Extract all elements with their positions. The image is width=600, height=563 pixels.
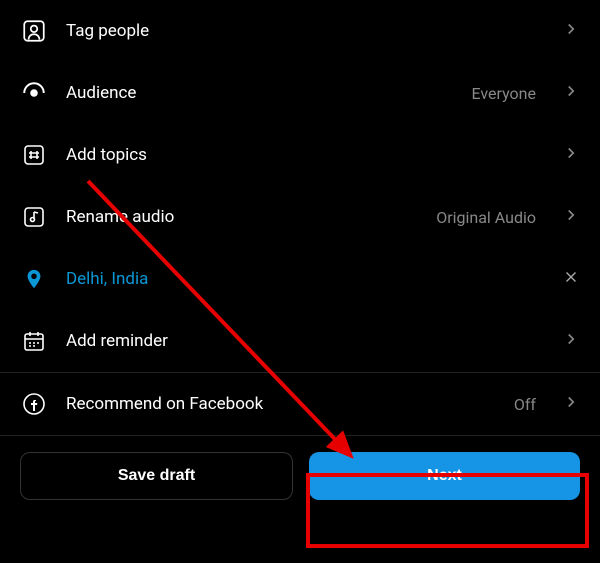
row-label: Delhi, India	[66, 269, 544, 289]
footer-actions: Save draft Next	[0, 436, 600, 516]
chevron-right-icon	[562, 393, 580, 415]
row-value: Everyone	[472, 84, 536, 103]
chevron-right-icon	[562, 206, 580, 228]
next-button[interactable]: Next	[309, 452, 580, 500]
row-add-reminder[interactable]: Add reminder	[0, 310, 600, 372]
row-label: Add reminder	[66, 331, 544, 351]
add-topics-icon	[20, 141, 48, 169]
tag-people-icon	[20, 17, 48, 45]
row-label: Tag people	[66, 21, 544, 41]
rename-audio-icon	[20, 203, 48, 231]
row-value: Original Audio	[436, 208, 536, 227]
row-label: Rename audio	[66, 207, 418, 227]
row-value: Off	[514, 395, 536, 414]
reminder-icon	[20, 327, 48, 355]
row-label: Recommend on Facebook	[66, 394, 496, 414]
chevron-right-icon	[562, 330, 580, 352]
chevron-right-icon	[562, 82, 580, 104]
row-tag-people[interactable]: Tag people	[0, 0, 600, 62]
options-list: Tag people Audience Everyone Add topics	[0, 0, 600, 436]
row-audience[interactable]: Audience Everyone	[0, 62, 600, 124]
row-label: Add topics	[66, 145, 544, 165]
save-draft-button[interactable]: Save draft	[20, 452, 293, 500]
row-label: Audience	[66, 83, 454, 103]
row-add-topics[interactable]: Add topics	[0, 124, 600, 186]
audience-icon	[20, 79, 48, 107]
chevron-right-icon	[562, 20, 580, 42]
chevron-right-icon	[562, 144, 580, 166]
row-rename-audio[interactable]: Rename audio Original Audio	[0, 186, 600, 248]
close-icon[interactable]	[562, 268, 580, 290]
location-pin-icon	[20, 265, 48, 293]
row-location[interactable]: Delhi, India	[0, 248, 600, 310]
facebook-icon	[20, 390, 48, 418]
row-recommend-facebook[interactable]: Recommend on Facebook Off	[0, 373, 600, 435]
